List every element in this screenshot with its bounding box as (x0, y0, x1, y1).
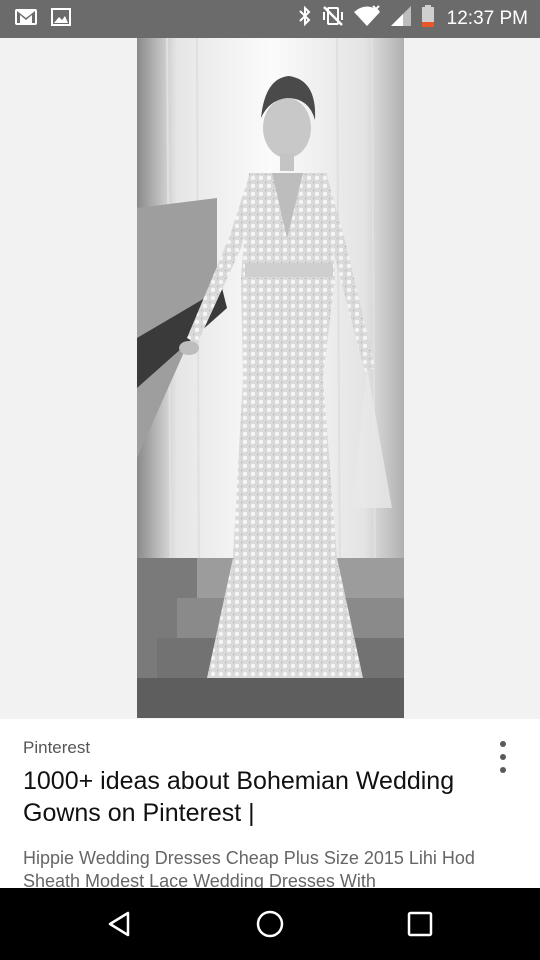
signal-icon (389, 4, 413, 33)
wifi-icon (353, 4, 381, 33)
back-button[interactable] (100, 904, 140, 944)
status-bar: 12:37 PM (0, 0, 540, 38)
recents-button[interactable] (400, 904, 440, 944)
clock: 12:37 PM (446, 7, 528, 29)
result-info-card[interactable]: Pinterest 1000+ ideas about Bohemian Wed… (0, 719, 540, 888)
back-icon (108, 911, 130, 937)
overflow-dot (500, 767, 506, 773)
recents-icon (407, 911, 433, 937)
result-image[interactable] (137, 38, 404, 718)
bluetooth-icon (297, 4, 313, 33)
overflow-dot (500, 754, 506, 760)
gmail-icon (14, 7, 38, 32)
image-icon (50, 7, 72, 32)
vibrate-off-icon (321, 4, 345, 33)
result-description: Hippie Wedding Dresses Cheap Plus Size 2… (23, 848, 475, 888)
navigation-bar (0, 888, 540, 960)
result-title[interactable]: 1000+ ideas about Bohemian Wedding Gowns… (23, 765, 473, 829)
battery-icon (421, 4, 435, 33)
more-options-button[interactable] (490, 739, 516, 775)
bride-photo-illustration (137, 38, 404, 718)
home-button[interactable] (250, 904, 290, 944)
overflow-dot (500, 741, 506, 747)
source-label[interactable]: Pinterest (23, 738, 90, 758)
home-icon (256, 910, 284, 938)
image-viewer[interactable] (0, 38, 540, 719)
